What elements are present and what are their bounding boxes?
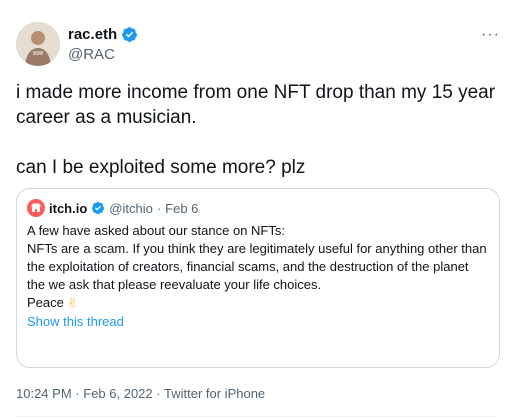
victory-hand-emoji-icon: ✌ [66, 295, 79, 311]
quoted-tweet[interactable]: itch.io @itchio · Feb 6 A few have asked… [16, 188, 500, 368]
tweet-source[interactable]: Twitter for iPhone [164, 386, 265, 401]
quoted-tweet-header: itch.io @itchio · Feb 6 [27, 199, 489, 217]
author-display-name[interactable]: rac.eth [68, 26, 117, 43]
quoted-signoff-text: Peace [27, 295, 64, 310]
more-options-icon[interactable]: ··· [481, 26, 500, 44]
itchio-logo-icon [27, 199, 45, 217]
quoted-tweet-body: A few have asked about our stance on NFT… [27, 222, 489, 312]
tweet-time[interactable]: 10:24 PM [16, 386, 72, 401]
footer-separator-2: · [156, 386, 161, 401]
quoted-date[interactable]: Feb 6 [165, 201, 198, 216]
tweet-date[interactable]: Feb 6, 2022 [83, 386, 152, 401]
quoted-intro: A few have asked about our stance on NFT… [27, 223, 285, 238]
quoted-signoff: Peace ✌ [27, 294, 489, 312]
author-info: rac.eth @RAC [68, 26, 138, 63]
tweet-text: i made more income from one NFT drop tha… [16, 82, 496, 178]
avatar[interactable] [16, 22, 60, 66]
quoted-handle[interactable]: @itchio [109, 201, 153, 216]
tweet: rac.eth @RAC ··· i made more income from… [0, 0, 512, 418]
quoted-display-name[interactable]: itch.io [49, 201, 87, 216]
quoted-verified-badge-icon [91, 201, 105, 215]
quoted-separator: · [156, 200, 162, 216]
show-thread-link[interactable]: Show this thread [27, 314, 489, 329]
verified-badge-icon [121, 26, 138, 43]
tweet-footer: 10:24 PM · Feb 6, 2022 · Twitter for iPh… [16, 386, 265, 401]
footer-separator-1: · [75, 386, 80, 401]
quoted-paragraph: NFTs are a scam. If you think they are l… [27, 241, 487, 292]
divider [16, 416, 496, 417]
author-handle[interactable]: @RAC [68, 46, 138, 63]
